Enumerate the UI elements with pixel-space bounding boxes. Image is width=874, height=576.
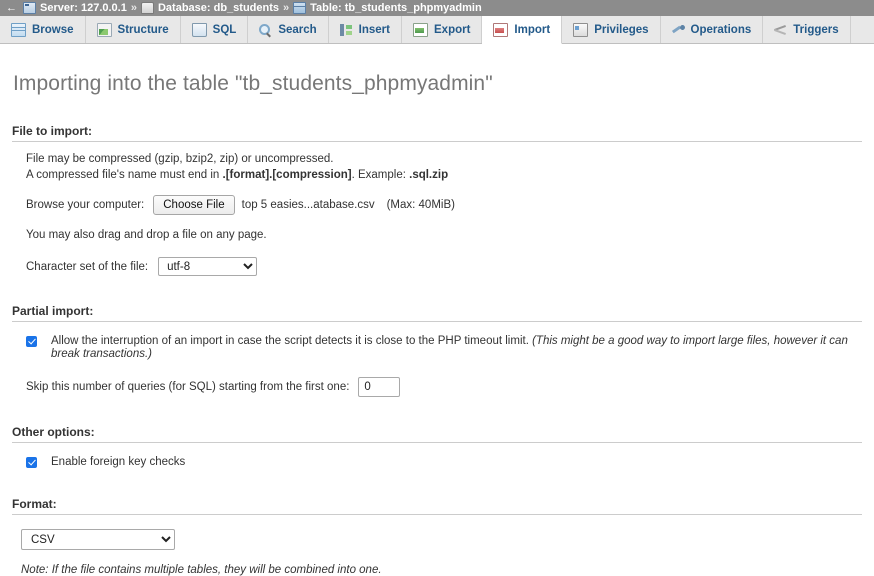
export-icon bbox=[413, 23, 428, 37]
tab-browse[interactable]: Browse bbox=[0, 16, 86, 43]
skip-queries-input[interactable] bbox=[358, 377, 400, 397]
tab-privileges-label: Privileges bbox=[594, 24, 648, 36]
partial-import-heading: Partial import: bbox=[12, 304, 862, 318]
search-icon bbox=[259, 24, 272, 36]
tab-export-label: Export bbox=[434, 24, 470, 36]
breadcrumb-server-label: Server: 127.0.0.1 bbox=[40, 2, 127, 14]
server-icon bbox=[23, 2, 36, 14]
format-note-prefix: Note: bbox=[21, 564, 49, 576]
structure-icon bbox=[97, 23, 112, 37]
database-icon bbox=[141, 2, 154, 14]
allow-interruption-label: Allow the interruption of an import in c… bbox=[51, 335, 862, 361]
back-button[interactable]: ← bbox=[4, 3, 23, 14]
sql-icon bbox=[192, 23, 207, 37]
skip-queries-row: Skip this number of queries (for SQL) st… bbox=[12, 377, 862, 397]
tab-structure-label: Structure bbox=[118, 24, 169, 36]
charset-label: Character set of the file: bbox=[26, 261, 148, 273]
tab-import[interactable]: Import bbox=[482, 16, 562, 44]
allow-interruption-text: Allow the interruption of an import in c… bbox=[51, 335, 532, 347]
privileges-icon bbox=[573, 23, 588, 37]
choose-file-button[interactable]: Choose File bbox=[153, 195, 234, 215]
browse-icon bbox=[11, 23, 26, 37]
section-file-to-import: File to import: File may be compressed (… bbox=[12, 124, 862, 276]
format-select-row: CSV bbox=[12, 529, 862, 550]
section-other-options: Other options: Enable foreign key checks bbox=[12, 425, 862, 469]
main-tab-bar: Browse Structure SQL Search Insert Expor… bbox=[0, 16, 874, 44]
table-icon bbox=[293, 2, 306, 14]
tab-operations-label: Operations bbox=[691, 24, 752, 36]
import-icon bbox=[493, 23, 508, 37]
tab-sql[interactable]: SQL bbox=[181, 16, 249, 43]
compression-example-token: .sql.zip bbox=[409, 169, 448, 181]
max-file-size: (Max: 40MiB) bbox=[387, 199, 455, 211]
tab-operations[interactable]: Operations bbox=[661, 16, 764, 43]
breadcrumb-database-label: Database: db_students bbox=[158, 2, 279, 14]
compression-format-token: .[format].[compression] bbox=[223, 169, 352, 181]
breadcrumb-item-server[interactable]: Server: 127.0.0.1 bbox=[23, 2, 127, 14]
section-divider bbox=[12, 514, 862, 515]
tab-search-label: Search bbox=[278, 24, 316, 36]
breadcrumb: ← Server: 127.0.0.1 » Database: db_stude… bbox=[0, 0, 874, 16]
tab-privileges[interactable]: Privileges bbox=[562, 16, 660, 43]
tab-insert-label: Insert bbox=[359, 24, 390, 36]
page-title: Importing into the table "tb_students_ph… bbox=[12, 72, 862, 96]
breadcrumb-item-table[interactable]: Table: tb_students_phpmyadmin bbox=[293, 2, 482, 14]
tab-triggers[interactable]: Triggers bbox=[763, 16, 850, 43]
allow-interruption-checkbox[interactable] bbox=[26, 336, 37, 347]
compression-line-1: File may be compressed (gzip, bzip2, zip… bbox=[26, 151, 862, 167]
compression-line-2: A compressed file's name must end in .[f… bbox=[26, 167, 862, 183]
foreign-key-row: Enable foreign key checks bbox=[12, 456, 862, 469]
skip-queries-label: Skip this number of queries (for SQL) st… bbox=[26, 381, 349, 393]
foreign-key-label: Enable foreign key checks bbox=[51, 456, 185, 469]
format-note-text: If the file contains multiple tables, th… bbox=[49, 564, 382, 576]
tab-import-label: Import bbox=[514, 24, 550, 36]
compression-line-2-prefix: A compressed file's name must end in bbox=[26, 169, 223, 181]
charset-select[interactable]: utf-8 bbox=[158, 257, 257, 276]
browse-computer-label: Browse your computer: bbox=[26, 199, 144, 211]
selected-file-name: top 5 easies...atabase.csv bbox=[242, 199, 375, 211]
foreign-key-checkbox[interactable] bbox=[26, 457, 37, 468]
section-format: Format: CSV Note: If the file contains m… bbox=[12, 497, 862, 576]
triggers-icon bbox=[774, 24, 787, 36]
tab-search[interactable]: Search bbox=[248, 16, 328, 43]
breadcrumb-separator: » bbox=[127, 2, 141, 14]
breadcrumb-item-database[interactable]: Database: db_students bbox=[141, 2, 279, 14]
format-select[interactable]: CSV bbox=[21, 529, 175, 550]
drag-drop-note: You may also drag and drop a file on any… bbox=[12, 227, 862, 243]
tab-sql-label: SQL bbox=[213, 24, 237, 36]
tab-structure[interactable]: Structure bbox=[86, 16, 181, 43]
tab-export[interactable]: Export bbox=[402, 16, 482, 43]
allow-interruption-row: Allow the interruption of an import in c… bbox=[12, 335, 862, 361]
insert-icon bbox=[340, 24, 353, 36]
import-form: Importing into the table "tb_students_ph… bbox=[0, 72, 874, 576]
charset-row: Character set of the file: utf-8 bbox=[12, 257, 862, 276]
format-heading: Format: bbox=[12, 497, 862, 511]
breadcrumb-separator: » bbox=[279, 2, 293, 14]
tab-browse-label: Browse bbox=[32, 24, 74, 36]
section-divider bbox=[12, 321, 862, 322]
compression-info: File may be compressed (gzip, bzip2, zip… bbox=[12, 151, 862, 183]
section-partial-import: Partial import: Allow the interruption o… bbox=[12, 304, 862, 397]
compression-line-2-mid: . Example: bbox=[352, 169, 410, 181]
breadcrumb-table-label: Table: tb_students_phpmyadmin bbox=[310, 2, 482, 14]
tab-insert[interactable]: Insert bbox=[329, 16, 402, 43]
section-divider bbox=[12, 442, 862, 443]
tab-bar-filler bbox=[851, 16, 874, 43]
file-chooser-row: Browse your computer: Choose File top 5 … bbox=[12, 195, 862, 215]
operations-icon bbox=[672, 24, 685, 36]
file-to-import-heading: File to import: bbox=[12, 124, 862, 138]
format-note: Note: If the file contains multiple tabl… bbox=[12, 564, 862, 576]
other-options-heading: Other options: bbox=[12, 425, 862, 439]
tab-triggers-label: Triggers bbox=[793, 24, 838, 36]
section-divider bbox=[12, 141, 862, 142]
